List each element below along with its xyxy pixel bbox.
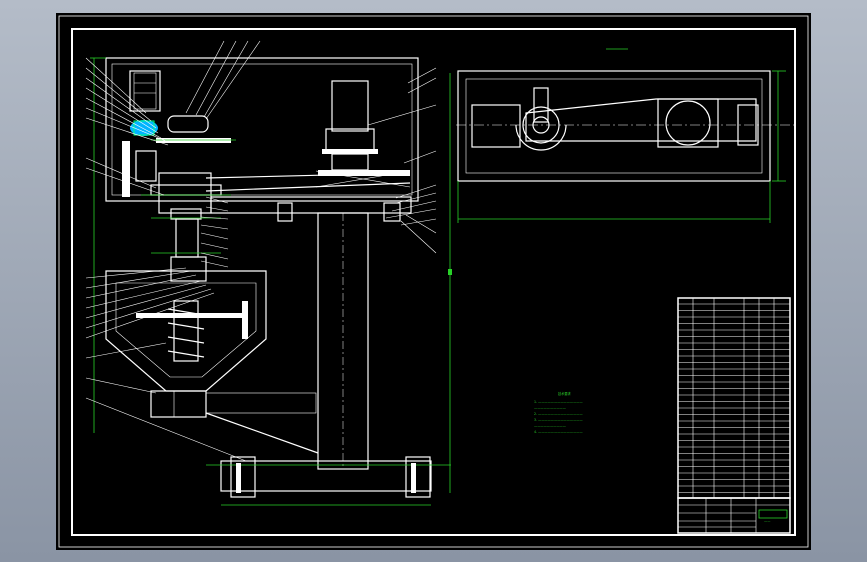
notes-line-3: 2. —————————————— bbox=[534, 412, 583, 416]
notes-line-4: 3. —————————————— bbox=[534, 418, 583, 422]
drawing-viewport[interactable]: 技术要求 1. —————————————— —————————— 2. ———… bbox=[56, 13, 811, 550]
drawing-number: —— bbox=[764, 519, 771, 523]
spring bbox=[167, 300, 205, 362]
notes-line-1: 1. —————————————— bbox=[534, 400, 583, 404]
leader-lines-left bbox=[85, 57, 247, 462]
notes-line-2: —————————— bbox=[534, 406, 567, 410]
technical-notes: 技术要求 1. —————————————— —————————— 2. ———… bbox=[534, 391, 583, 434]
top-view bbox=[456, 48, 796, 223]
parts-list bbox=[677, 297, 791, 499]
title-block: —— bbox=[677, 497, 791, 534]
top-view-outline bbox=[457, 70, 771, 182]
motor-body bbox=[331, 80, 369, 132]
cad-drawing: 技术要求 1. —————————————— —————————— 2. ———… bbox=[58, 15, 809, 548]
leader-lines-top bbox=[185, 40, 261, 120]
notes-line-6: 4. —————————————— bbox=[534, 430, 583, 434]
inner-frame bbox=[71, 28, 796, 536]
notes-line-5: —————————— bbox=[534, 424, 567, 428]
notes-heading: 技术要求 bbox=[558, 391, 572, 396]
front-view bbox=[90, 57, 452, 506]
base bbox=[220, 460, 432, 492]
